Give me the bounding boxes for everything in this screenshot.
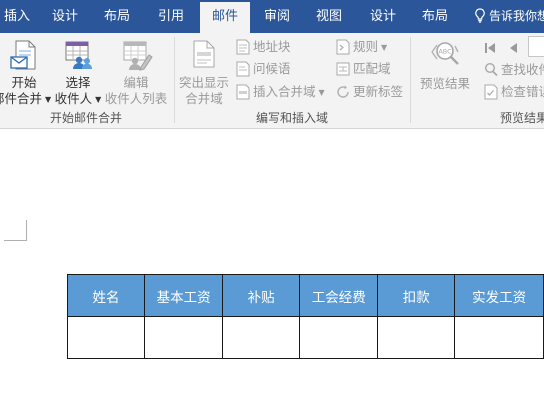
table-header-row: 姓名 基本工资 补贴 工会经费 扣款 实发工资 (66, 274, 544, 317)
first-record-icon (485, 43, 495, 53)
highlight-merge-fields-label-2: 合并域 (185, 91, 223, 106)
select-recipients-label-2: 收件人 (54, 91, 93, 106)
tab-layout[interactable]: 布局 (96, 0, 138, 33)
tab-review[interactable]: 审阅 (256, 0, 298, 33)
tell-me-text: 告诉我你想 (489, 9, 544, 23)
table-cell[interactable] (299, 316, 379, 359)
lightbulb-icon (475, 8, 485, 23)
group-label-write-insert-fields: 编写和插入域 (255, 111, 328, 125)
edit-recipient-list-label-2: 收件人列表 (104, 91, 168, 106)
update-labels-button[interactable]: 更新标签 (336, 82, 403, 102)
group-separator (174, 37, 175, 123)
find-recipient-label: 查找收件 (501, 62, 544, 77)
tab-insert[interactable]: 插入 (0, 0, 34, 33)
tell-me-box[interactable]: 告诉我你想 (474, 0, 544, 33)
insert-merge-field-label: 插入合并域 (253, 84, 316, 99)
record-number-input[interactable] (528, 36, 544, 57)
table-row (66, 316, 544, 359)
preview-results-icon: ABC (431, 42, 459, 65)
update-labels-icon (337, 85, 349, 98)
table-header-net-salary[interactable]: 实发工资 (454, 274, 544, 317)
ribbon: 开始 邮件合并▼ 选择 收件人▼ 编辑 收件人列表 开始邮件合并 (0, 33, 544, 129)
table-header-name[interactable]: 姓名 (66, 274, 146, 317)
table-cell[interactable] (377, 316, 456, 359)
insert-merge-field-button[interactable]: 插入合并域 ▼ (236, 82, 325, 102)
salary-table[interactable]: 姓名 基本工资 补贴 工会经费 扣款 实发工资 (66, 274, 544, 359)
tab-table-design[interactable]: 设计 (362, 0, 404, 33)
document-page[interactable]: 姓名 基本工资 补贴 工会经费 扣款 实发工资 (0, 129, 544, 402)
dropdown-caret-icon: ▼ (318, 88, 325, 97)
previous-record-button[interactable] (508, 39, 518, 58)
tab-design[interactable]: 设计 (44, 0, 86, 33)
rules-icon (336, 39, 350, 55)
address-block-button[interactable]: 地址块 (236, 37, 291, 57)
edit-recipient-list-button[interactable]: 编辑 收件人列表 (104, 39, 168, 107)
ribbon-tab-bar: 插入 设计 布局 引用 邮件 审阅 视图 设计 布局 告诉我你想 (0, 0, 544, 33)
group-separator (410, 37, 411, 123)
rules-label: 规则 (353, 39, 379, 54)
table-cell[interactable] (144, 316, 224, 359)
tab-view[interactable]: 视图 (308, 0, 350, 33)
find-recipient-button[interactable]: 查找收件 (484, 60, 544, 80)
group-label-start-mail-merge: 开始邮件合并 (49, 111, 122, 125)
svg-text:ABC: ABC (438, 48, 452, 56)
address-block-icon (236, 39, 250, 55)
match-fields-button[interactable]: 匹配域 (336, 59, 391, 79)
table-cell[interactable] (454, 316, 544, 359)
tab-mailings[interactable]: 邮件 (200, 2, 250, 33)
check-errors-icon (484, 84, 498, 100)
check-errors-label: 检查错误 (501, 84, 544, 99)
select-recipients-button[interactable]: 选择 收件人 ▼ (52, 39, 104, 107)
address-block-label: 地址块 (253, 39, 291, 54)
highlight-merge-fields-icon (193, 40, 215, 68)
tab-references[interactable]: 引用 (150, 0, 192, 33)
start-mail-merge-button[interactable]: 开始 邮件合并▼ (0, 39, 52, 107)
previous-record-icon (510, 43, 517, 53)
tab-table-layout[interactable]: 布局 (414, 0, 456, 33)
table-cell[interactable] (66, 316, 146, 359)
table-cell[interactable] (222, 316, 301, 359)
highlight-merge-fields-button[interactable]: 突出显示 合并域 (176, 39, 232, 107)
table-header-allowance[interactable]: 补贴 (222, 274, 301, 317)
table-header-base-salary[interactable]: 基本工资 (144, 274, 224, 317)
start-mail-merge-label-2: 邮件合并 (0, 91, 43, 106)
check-errors-button[interactable]: 检查错误 (484, 82, 544, 102)
select-recipients-icon (65, 41, 92, 69)
dropdown-caret-icon: ▼ (381, 43, 388, 52)
match-fields-label: 匹配域 (353, 61, 391, 76)
table-header-deduction[interactable]: 扣款 (377, 274, 456, 317)
group-label-preview-results: 预览结果 (500, 111, 544, 125)
insert-merge-field-icon (236, 84, 250, 100)
greeting-line-button[interactable]: 问候语 (236, 59, 291, 79)
greeting-line-icon (236, 61, 250, 77)
start-mail-merge-icon (10, 40, 36, 70)
preview-results-label: 预览结果 (419, 76, 470, 91)
match-fields-icon (336, 62, 350, 76)
update-labels-label: 更新标签 (353, 84, 404, 99)
dropdown-caret-icon: ▼ (95, 95, 102, 104)
greeting-line-label: 问候语 (253, 61, 291, 76)
page-margin-corner-mark (4, 220, 27, 241)
first-record-button[interactable] (484, 39, 496, 58)
rules-button[interactable]: 规则 ▼ (336, 37, 387, 57)
preview-results-button[interactable]: ABC 预览结果 (414, 39, 476, 107)
find-recipient-icon (484, 62, 498, 77)
edit-recipient-list-icon (123, 41, 153, 71)
table-header-union-fee[interactable]: 工会经费 (299, 274, 379, 317)
dropdown-caret-icon: ▼ (45, 95, 52, 104)
